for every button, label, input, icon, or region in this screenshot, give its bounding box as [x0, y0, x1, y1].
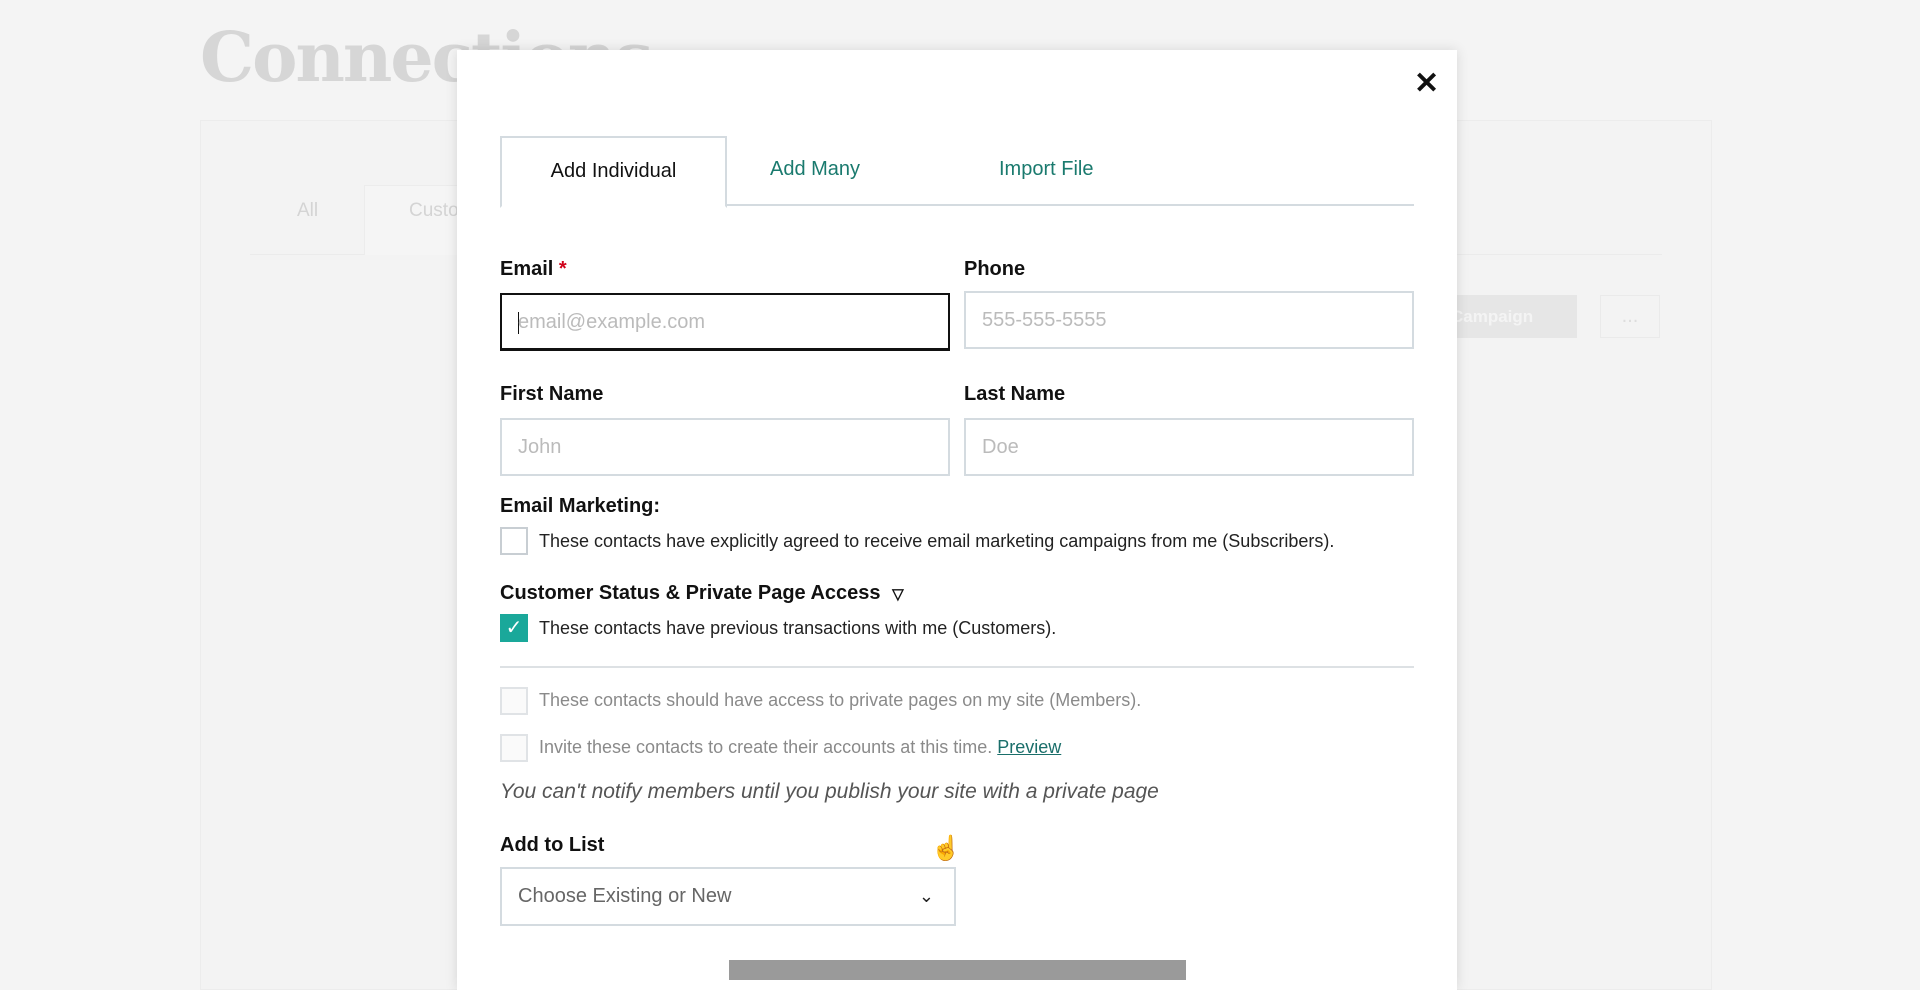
tab-add-many[interactable]: Add Many	[770, 136, 860, 206]
email-field[interactable]: email@example.com	[500, 293, 950, 351]
tab-bar: Add Individual Add Many Import File	[500, 136, 1414, 208]
preview-link[interactable]: Preview	[997, 737, 1061, 757]
first-name-field[interactable]: John	[500, 418, 950, 476]
last-name-label: Last Name	[964, 383, 1066, 405]
more-button[interactable]: ...	[1600, 295, 1660, 338]
invite-text: Invite these contacts to create their ac…	[539, 737, 1062, 757]
members-note: You can't notify members until you publi…	[500, 780, 1159, 803]
hand-cursor-icon: ☝	[931, 835, 961, 862]
members-checkbox[interactable]	[500, 687, 528, 715]
phone-label: Phone	[964, 258, 1026, 280]
subscribers-text: These contacts have explicitly agreed to…	[539, 531, 1335, 551]
tab-add-individual[interactable]: Add Individual	[500, 136, 727, 208]
close-icon[interactable]: ✕	[1414, 66, 1439, 101]
triangle-down-icon[interactable]: ▽	[892, 586, 904, 603]
subscribers-checkbox[interactable]	[500, 527, 528, 555]
customer-status-label[interactable]: Customer Status & Private Page Access ▽	[500, 582, 904, 605]
campaign-button[interactable]: Campaign	[1439, 295, 1577, 338]
tab-import-file[interactable]: Import File	[999, 136, 1093, 206]
customers-checkbox[interactable]: ✓	[500, 614, 528, 642]
divider	[500, 666, 1414, 668]
chevron-down-icon: ⌄	[918, 886, 934, 906]
add-to-list-label: Add to List	[500, 834, 605, 856]
background-tab-all[interactable]: All	[297, 200, 318, 222]
submit-button[interactable]	[729, 960, 1186, 980]
add-to-list-select[interactable]: Choose Existing or New ⌄	[500, 867, 956, 926]
required-marker: *	[558, 258, 567, 280]
email-label: Email *	[500, 258, 567, 280]
first-name-label: First Name	[500, 383, 604, 405]
invite-checkbox[interactable]	[500, 734, 528, 762]
phone-field[interactable]: 555-555-5555	[964, 291, 1414, 349]
customers-text: These contacts have previous transaction…	[539, 618, 1057, 638]
last-name-field[interactable]: Doe	[964, 418, 1414, 476]
email-marketing-label: Email Marketing:	[500, 495, 661, 517]
members-text: These contacts should have access to pri…	[539, 690, 1142, 710]
